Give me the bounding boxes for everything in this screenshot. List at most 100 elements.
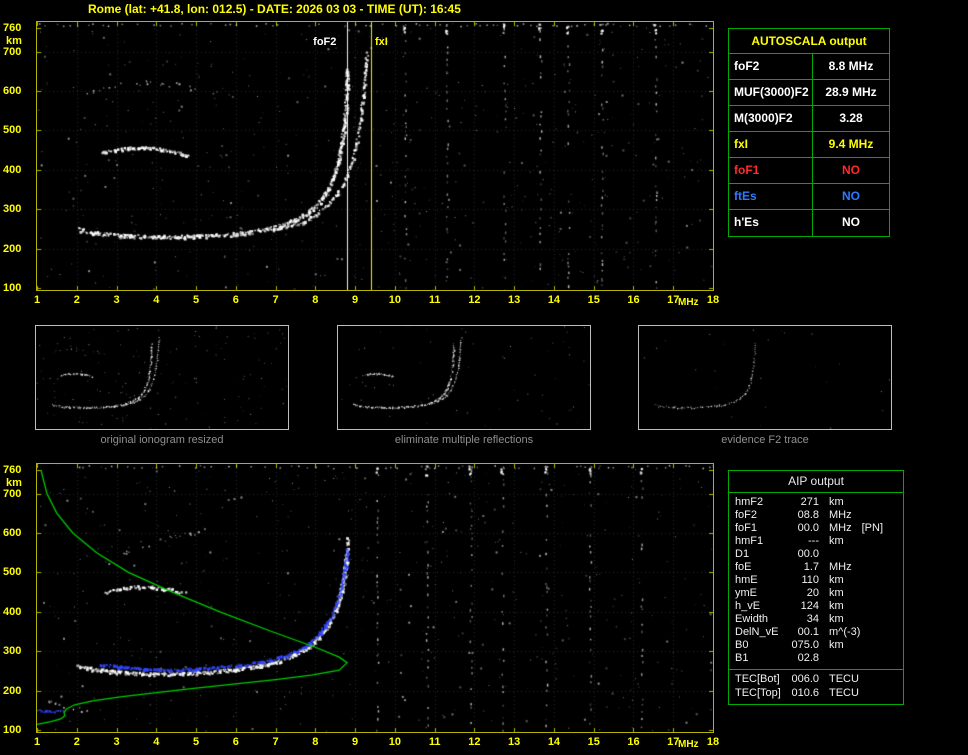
aip-tec-rows: TEC[Bot]006.0TECUTEC[Top]010.6TECU (729, 672, 903, 700)
aip-row-label: foF1 (729, 522, 785, 535)
aip-row: DelN_vE00.1m^(-3) (729, 626, 903, 639)
aip-row-label: foF2 (729, 509, 785, 522)
x-axis-tick-label: 4 (144, 294, 168, 306)
fof2-marker-label: foF2 (313, 36, 336, 48)
x-axis-tick-label: 8 (303, 736, 327, 748)
autoscala-row-label: M(3000)F2 (729, 106, 813, 131)
y-axis-tick-label: 700 (3, 488, 33, 500)
thumbnail-f2-trace-canvas (639, 326, 891, 429)
thumbnail-original-ionogram (35, 325, 289, 430)
y-axis-unit-label: km (3, 35, 33, 47)
autoscala-row: ftEsNO (729, 184, 889, 210)
autoscala-table-title: AUTOSCALA output (729, 29, 889, 54)
y-axis-tick-label: 500 (3, 124, 33, 136)
x-axis-tick-label: 16 (621, 736, 645, 748)
x-axis-tick-label: 3 (105, 294, 129, 306)
y-axis-tick-label: 100 (3, 282, 33, 294)
thumbnail-multiples-removed-canvas (338, 326, 590, 429)
autoscala-table-rows: foF28.8 MHzMUF(3000)F228.9 MHzM(3000)F23… (729, 54, 889, 236)
y-axis-tick-label: 760 (3, 464, 33, 476)
aip-row-value: 010.6 (785, 686, 819, 700)
autoscala-row-value: NO (813, 210, 889, 236)
aip-row: ymE20km (729, 587, 903, 600)
bottom-ionogram-canvas (37, 464, 713, 732)
aip-row-value: 00.0 (785, 522, 819, 535)
thumbnail-caption-original: original ionogram resized (35, 434, 289, 446)
aip-row-note: [PN] (852, 522, 883, 535)
aip-row-label: TEC[Bot] (729, 672, 785, 686)
x-axis-tick-label: 9 (343, 294, 367, 306)
x-axis-tick-label: 1 (25, 294, 49, 306)
autoscala-row-label: foF2 (729, 54, 813, 79)
y-axis-tick-label: 760 (3, 22, 33, 34)
y-axis-tick-label: 200 (3, 243, 33, 255)
aip-output-table: AIP output hmF2271kmfoF208.8MHzfoF100.0M… (728, 470, 904, 705)
y-axis-unit-label: km (3, 477, 33, 489)
aip-row-unit: MHz (819, 561, 852, 574)
y-axis-tick-label: 300 (3, 203, 33, 215)
aip-row-label: DelN_vE (729, 626, 785, 639)
autoscala-row: h'EsNO (729, 210, 889, 236)
x-axis-tick-label: 16 (621, 294, 645, 306)
thumbnail-multiples-removed (337, 325, 591, 430)
aip-row-value: 1.7 (785, 561, 819, 574)
autoscala-row-label: ftEs (729, 184, 813, 209)
aip-row-label: foE (729, 561, 785, 574)
aip-row-unit: MHz (819, 509, 852, 522)
autoscala-row-label: MUF(3000)F2 (729, 80, 813, 105)
x-axis-tick-label: 10 (383, 736, 407, 748)
x-axis-tick-label: 13 (502, 736, 526, 748)
aip-row-value: 271 (785, 496, 819, 509)
aip-row-unit: m^(-3) (819, 626, 860, 639)
aip-row-value: 075.0 (785, 639, 819, 652)
aip-row-value: 124 (785, 600, 819, 613)
thumbnail-caption-f2: evidence F2 trace (638, 434, 892, 446)
aip-row: TEC[Top]010.6TECU (729, 686, 903, 700)
aip-row-value: --- (785, 535, 819, 548)
aip-row-label: TEC[Top] (729, 686, 785, 700)
aip-row-unit: TECU (819, 672, 859, 686)
y-axis-tick-label: 200 (3, 685, 33, 697)
aip-row-label: hmF1 (729, 535, 785, 548)
aip-row-value: 110 (785, 574, 819, 587)
x-axis-tick-label: 14 (542, 736, 566, 748)
aip-row-label: hmE (729, 574, 785, 587)
aip-row: hmF2271km (729, 496, 903, 509)
x-axis-tick-label: 14 (542, 294, 566, 306)
x-axis-tick-label: 4 (144, 736, 168, 748)
autoscala-row-value: 9.4 MHz (813, 132, 889, 157)
x-axis-tick-label: 6 (224, 294, 248, 306)
autoscala-row-label: fxI (729, 132, 813, 157)
autoscala-output-table: AUTOSCALA output foF28.8 MHzMUF(3000)F22… (728, 28, 890, 237)
x-axis-tick-label: 3 (105, 736, 129, 748)
x-axis-tick-label: 5 (184, 294, 208, 306)
thumbnail-original-canvas (36, 326, 288, 429)
aip-row: B102.8 (729, 652, 903, 665)
aip-row-value: 00.1 (785, 626, 819, 639)
autoscala-row-value: NO (813, 184, 889, 209)
autoscala-row: foF1NO (729, 158, 889, 184)
autoscala-row-label: h'Es (729, 210, 813, 236)
y-axis-tick-label: 300 (3, 645, 33, 657)
aip-row: foF100.0MHz[PN] (729, 522, 903, 535)
aip-row-value: 20 (785, 587, 819, 600)
autoscala-row-value: 28.9 MHz (813, 80, 889, 105)
x-axis-tick-label: 5 (184, 736, 208, 748)
x-axis-tick-label: 10 (383, 294, 407, 306)
y-axis-tick-label: 600 (3, 85, 33, 97)
autoscala-row-value: 8.8 MHz (813, 54, 889, 79)
x-axis-tick-label: 9 (343, 736, 367, 748)
aip-row-unit (819, 652, 829, 665)
aip-row-unit: km (819, 496, 844, 509)
x-axis-tick-label: 18 (701, 736, 725, 748)
autoscala-row-value: 3.28 (813, 106, 889, 131)
aip-row-label: Ewidth (729, 613, 785, 626)
aip-row: D100.0 (729, 548, 903, 561)
x-axis-tick-label: 11 (423, 294, 447, 306)
station-date-title: Rome (lat: +41.8, lon: 012.5) - DATE: 20… (88, 2, 461, 16)
aip-row-unit: TECU (819, 686, 859, 700)
aip-row-value: 02.8 (785, 652, 819, 665)
aip-row: foF208.8MHz (729, 509, 903, 522)
y-axis-tick-label: 600 (3, 527, 33, 539)
aip-row-unit: km (819, 574, 844, 587)
